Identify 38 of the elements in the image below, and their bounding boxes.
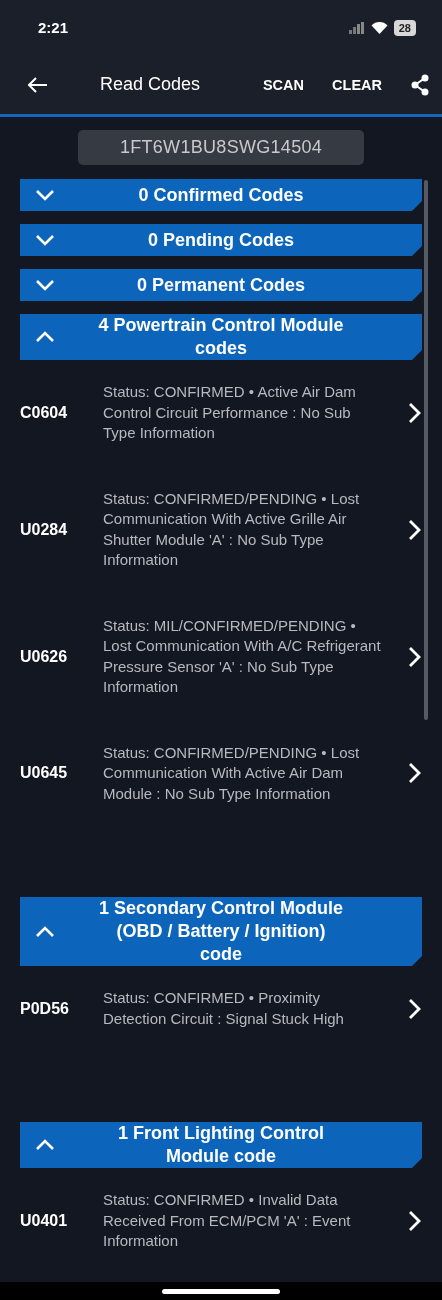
code-description: Status: CONFIRMED/PENDING • Lost Communication With Active Air Dam Module : No Sub Type Information: [103, 742, 361, 804]
chevron-right-icon[interactable]: [408, 762, 422, 785]
section-header[interactable]: 0 Permanent Codes: [20, 269, 422, 301]
code-label: U0626: [20, 647, 69, 666]
action-button[interactable]: SCAN: [262, 76, 305, 93]
vin-field: 1FT6W1BU8SWG14504: [78, 130, 364, 165]
status-time: 2:21: [38, 19, 70, 36]
code-description: Status: CONFIRMED • Proximity Detection Circuit : Signal Stuck High: [103, 988, 345, 1029]
section-header[interactable]: 1 Secondary Control Module (OBD / Battery / Ignition) code: [20, 897, 422, 966]
code-description: Status: CONFIRMED/PENDING • Lost Communication With Active Grille Air Shutter Module 'A' : No Sub Type Information: [103, 488, 361, 570]
code-description: Status: CONFIRMED • Invalid Data Received From ECM/PCM 'A' : Event Information: [103, 1190, 352, 1251]
back-button[interactable]: [28, 76, 48, 93]
chevron-down-icon: [34, 232, 56, 248]
code-label: U0645: [20, 764, 69, 783]
section-header[interactable]: 0 Confirmed Codes: [20, 179, 422, 211]
chevron-right-icon[interactable]: [408, 518, 422, 541]
section-header[interactable]: 0 Pending Codes: [20, 224, 422, 256]
chevron-right-icon[interactable]: [408, 1209, 422, 1232]
chevron-right-icon[interactable]: [408, 401, 422, 424]
share-button[interactable]: [410, 73, 430, 96]
action-button[interactable]: CLEAR: [332, 76, 382, 93]
code-description: Status: CONFIRMED • Active Air Dam Control Circuit Performance : No Sub Type Information: [103, 382, 357, 443]
code-label: U0401: [20, 1211, 69, 1230]
battery-level: 28: [393, 19, 416, 36]
code-label: P0D56: [20, 999, 70, 1018]
section-header[interactable]: 4 Powertrain Control Module codes: [20, 314, 422, 360]
chevron-down-icon: [34, 187, 56, 203]
code-label: C0604: [20, 403, 69, 422]
home-indicator[interactable]: [162, 1288, 280, 1294]
code-label: U0284: [20, 520, 69, 539]
screen-title: Read Codes: [100, 74, 202, 95]
chevron-down-icon: [34, 277, 56, 293]
chevron-right-icon[interactable]: [408, 645, 422, 668]
code-description: Status: MIL/CONFIRMED/PENDING • Lost Communication With A/C Refrigerant Pressure Sensor 'A' : No Sub Type Information: [103, 615, 382, 697]
wifi-icon: [370, 21, 388, 34]
section-header[interactable]: 1 Front Lighting Control Module code: [20, 1122, 422, 1168]
chevron-right-icon[interactable]: [408, 997, 422, 1020]
signal-icon: [348, 21, 365, 34]
